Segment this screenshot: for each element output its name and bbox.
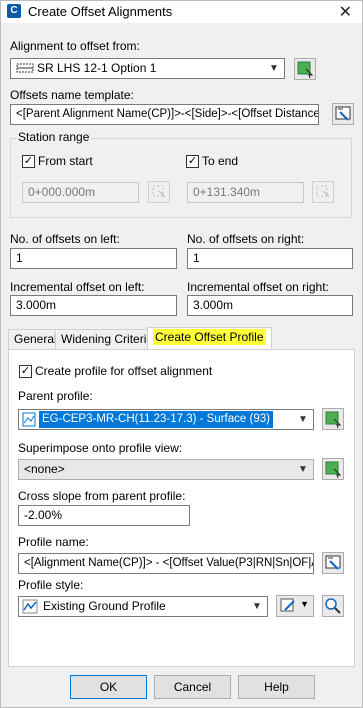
from-start-station-field[interactable]: 0+000.000m: [22, 182, 139, 203]
edit-name-template-button[interactable]: [332, 103, 354, 125]
alignment-dropdown[interactable]: SR LHS 12-1 Option 1 ▼: [10, 58, 285, 79]
offsets-right-field[interactable]: 1: [187, 248, 353, 269]
superimpose-value: <none>: [24, 462, 65, 476]
tab-create-offset-profile[interactable]: Create Offset Profile: [147, 327, 272, 350]
create-profile-checkbox[interactable]: ✓: [19, 365, 32, 378]
pick-parent-profile-button[interactable]: [322, 408, 344, 430]
station-range-group: [10, 138, 352, 218]
to-end-station-field[interactable]: 0+131.340m: [187, 182, 304, 203]
tab-widening-criteria[interactable]: Widening Criteria: [55, 329, 160, 350]
to-end-checkbox[interactable]: ✓: [186, 155, 199, 168]
offsets-name-label: Offsets name template:: [10, 88, 134, 102]
profile-icon: [22, 412, 36, 427]
ok-button[interactable]: OK: [70, 675, 147, 699]
offsets-name-template-field[interactable]: <[Parent Alignment Name(CP)]>-<[Side]>-<…: [10, 104, 319, 125]
parent-profile-value: EG-CEP3-MR-CH(11.23-17.3) - Surface (93): [39, 411, 273, 428]
from-start-label: From start: [38, 154, 93, 168]
edit-style-split-button[interactable]: ▼: [276, 595, 314, 617]
create-profile-label: Create profile for offset alignment: [35, 364, 213, 378]
chevron-down-icon: ▼: [300, 599, 309, 609]
profile-name-field[interactable]: <[Alignment Name(CP)]> - <[Offset Value(…: [18, 553, 314, 574]
style-detail-button[interactable]: [322, 595, 344, 617]
window-title: Create Offset Alignments: [28, 4, 173, 19]
superimpose-label: Superimpose onto profile view:: [18, 441, 183, 455]
chevron-down-icon: ▼: [298, 464, 308, 475]
alignment-icon: [16, 63, 34, 73]
pick-end-station-button[interactable]: [312, 181, 334, 203]
incremental-left-field[interactable]: 3.000m: [10, 295, 177, 316]
create-offset-profile-panel: ✓ Create profile for offset alignment Pa…: [8, 349, 355, 667]
pick-start-station-button[interactable]: [148, 181, 170, 203]
parent-profile-dropdown[interactable]: EG-CEP3-MR-CH(11.23-17.3) - Surface (93)…: [18, 409, 314, 430]
profile-style-dropdown[interactable]: Existing Ground Profile ▼: [18, 596, 268, 617]
cross-slope-field[interactable]: -2.00%: [18, 505, 190, 526]
cross-slope-label: Cross slope from parent profile:: [18, 489, 186, 503]
profile-style-value: Existing Ground Profile: [43, 599, 166, 613]
offsets-left-label: No. of offsets on left:: [10, 232, 120, 246]
superimpose-dropdown[interactable]: <none> ▼: [18, 459, 314, 480]
to-end-label: To end: [202, 154, 239, 168]
profile-name-label: Profile name:: [18, 535, 89, 549]
pick-alignment-button[interactable]: [294, 58, 316, 80]
edit-profile-name-button[interactable]: [322, 552, 344, 574]
incremental-right-label: Incremental offset on right:: [187, 280, 329, 294]
offsets-right-label: No. of offsets on right:: [187, 232, 305, 246]
pick-profile-view-button[interactable]: [322, 458, 344, 480]
alignment-label: Alignment to offset from:: [10, 39, 140, 53]
from-start-checkbox[interactable]: ✓: [22, 155, 35, 168]
title-bar: C Create Offset Alignments ✕: [1, 1, 362, 23]
civil3d-app-icon: C: [7, 4, 21, 18]
station-range-label: Station range: [16, 130, 92, 144]
close-button[interactable]: ✕: [339, 2, 352, 22]
chevron-down-icon: ▼: [252, 601, 262, 612]
create-offset-alignments-dialog: C Create Offset Alignments ✕ Alignment t…: [0, 0, 363, 708]
edit-style-icon: [279, 597, 297, 615]
profile-style-label: Profile style:: [18, 578, 84, 592]
alignment-value: SR LHS 12-1 Option 1: [37, 61, 157, 75]
parent-profile-label: Parent profile:: [18, 389, 93, 403]
chevron-down-icon: ▼: [298, 414, 308, 425]
incremental-left-label: Incremental offset on left:: [10, 280, 145, 294]
help-button[interactable]: Help: [238, 675, 315, 699]
tab-create-offset-profile-label: Create Offset Profile: [153, 329, 266, 345]
offsets-left-field[interactable]: 1: [10, 248, 177, 269]
chevron-down-icon: ▼: [269, 63, 279, 74]
incremental-right-field[interactable]: 3.000m: [187, 295, 353, 316]
style-icon: [22, 599, 38, 614]
cancel-button[interactable]: Cancel: [154, 675, 231, 699]
